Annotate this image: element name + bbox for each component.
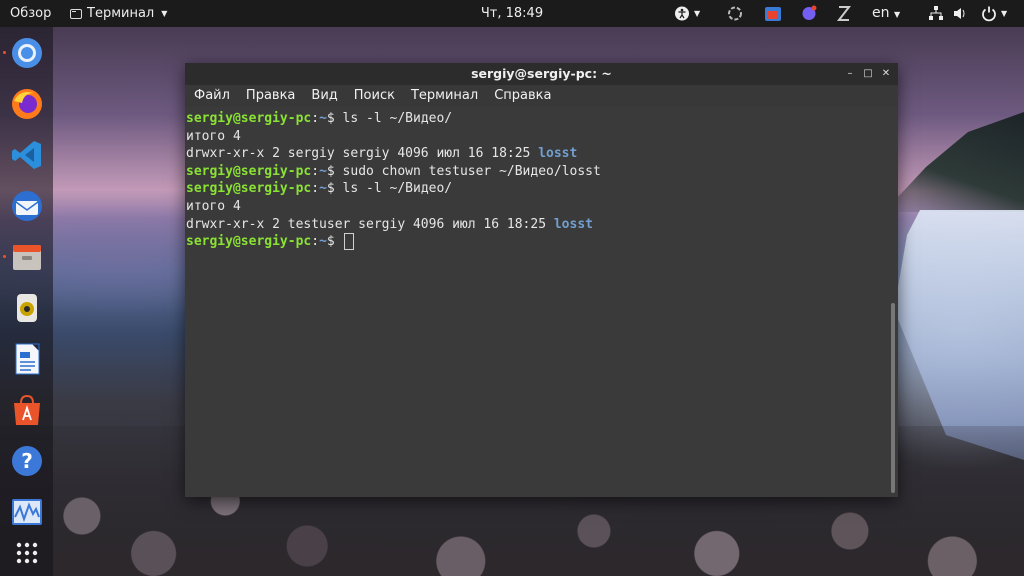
software-icon bbox=[14, 394, 40, 425]
terminal-line: drwxr-xr-x 2 sergiy sergiy 4096 июл 16 1… bbox=[186, 145, 898, 163]
svg-text:?: ? bbox=[21, 449, 33, 473]
firefox-icon bbox=[12, 89, 42, 119]
tray-calendar-icon[interactable] bbox=[763, 0, 783, 27]
chevron-down-icon: ▼ bbox=[694, 9, 701, 18]
output-text: итого 4 bbox=[186, 198, 241, 214]
tray-viber-icon[interactable] bbox=[800, 0, 818, 27]
dock-rhythmbox[interactable] bbox=[8, 289, 46, 327]
tray-z-icon[interactable] bbox=[836, 0, 852, 27]
prompt-user: sergiy@sergiy-pc bbox=[186, 111, 312, 126]
dock-firefox[interactable] bbox=[8, 85, 46, 123]
prompt-path: ~ bbox=[319, 234, 327, 250]
window-titlebar[interactable]: sergiy@sergiy-pc: ~ – □ ✕ bbox=[185, 63, 898, 85]
ls-entry-text: drwxr-xr-x 2 sergiy sergiy 4096 июл 16 1… bbox=[186, 146, 539, 162]
window-title: sergiy@sergiy-pc: ~ bbox=[471, 66, 612, 81]
command-text: sudo chown testuser ~/Видео/losst bbox=[342, 163, 601, 179]
dock-software[interactable] bbox=[8, 391, 46, 429]
dock-files[interactable] bbox=[3, 238, 46, 276]
language-label: en bbox=[872, 5, 890, 21]
dock-vscode[interactable] bbox=[8, 136, 46, 174]
output-text: итого 4 bbox=[186, 128, 241, 144]
files-icon bbox=[13, 245, 41, 270]
show-apps-icon bbox=[16, 542, 38, 564]
power-icon[interactable] bbox=[980, 0, 998, 27]
writer-icon bbox=[15, 343, 40, 375]
menu-terminal[interactable]: Терминал bbox=[410, 85, 479, 107]
terminal-line: sergiy@sergiy-pc:~$ ls -l ~/Видео/ bbox=[186, 180, 898, 198]
prompt-path: ~ bbox=[319, 163, 327, 179]
thunderbird-icon bbox=[12, 191, 42, 221]
prompt-symbol: $ bbox=[326, 234, 343, 250]
dock: ? bbox=[0, 27, 53, 576]
chromium-icon bbox=[12, 38, 42, 68]
dock-help[interactable]: ? bbox=[8, 442, 46, 480]
dock-chromium[interactable] bbox=[3, 34, 46, 72]
directory-name: losst bbox=[538, 146, 578, 162]
close-icon[interactable]: ✕ bbox=[878, 63, 894, 85]
terminal-line: итого 4 bbox=[186, 198, 898, 216]
chevron-down-icon: ▼ bbox=[161, 9, 168, 18]
terminal-line: итого 4 bbox=[186, 128, 898, 146]
ls-entry-text: drwxr-xr-x 2 testuser sergiy 4096 июл 16… bbox=[186, 216, 554, 232]
wallpaper-ice bbox=[894, 210, 1024, 460]
running-indicator bbox=[3, 51, 6, 54]
dock-thunderbird[interactable] bbox=[8, 187, 46, 225]
prompt-symbol: $ bbox=[326, 111, 343, 126]
menu-search[interactable]: Поиск bbox=[353, 85, 396, 107]
running-indicator bbox=[3, 255, 6, 258]
prompt-path: ~ bbox=[319, 181, 327, 197]
tray-spiral-icon[interactable] bbox=[726, 0, 744, 27]
prompt-path: ~ bbox=[319, 111, 327, 126]
prompt-user: sergiy@sergiy-pc bbox=[186, 234, 312, 250]
wallpaper-mountain bbox=[884, 112, 1024, 212]
help-icon: ? bbox=[12, 446, 42, 476]
system-monitor-icon bbox=[12, 499, 42, 525]
terminal-line: sergiy@sergiy-pc:~$ sudo chown testuser … bbox=[186, 163, 898, 181]
terminal-line: drwxr-xr-x 2 testuser sergiy 4096 июл 16… bbox=[186, 216, 898, 234]
activities-button[interactable]: Обзор bbox=[10, 0, 51, 27]
terminal-line: sergiy@sergiy-pc:~$ ls -l ~/Видео/ bbox=[186, 110, 898, 128]
menu-help[interactable]: Справка bbox=[493, 85, 552, 107]
text-cursor[interactable] bbox=[343, 233, 354, 251]
app-menu-button[interactable]: Терминал ▼ bbox=[70, 0, 167, 27]
prompt-symbol: $ bbox=[326, 163, 343, 179]
prompt-user: sergiy@sergiy-pc bbox=[186, 181, 312, 197]
maximize-icon[interactable]: □ bbox=[860, 63, 876, 85]
dock-system-monitor[interactable] bbox=[8, 493, 46, 531]
network-icon[interactable] bbox=[927, 0, 945, 27]
prompt-user: sergiy@sergiy-pc bbox=[186, 163, 312, 179]
minimize-icon[interactable]: – bbox=[842, 63, 858, 85]
volume-icon[interactable] bbox=[952, 0, 968, 27]
scrollbar[interactable] bbox=[891, 303, 895, 493]
prompt-separator: : bbox=[311, 163, 320, 179]
app-menu-label: Терминал bbox=[87, 6, 155, 21]
prompt-separator: : bbox=[311, 111, 320, 126]
dock-show-apps[interactable] bbox=[8, 534, 46, 572]
terminal-window[interactable]: sergiy@sergiy-pc: ~ – □ ✕ Файл Правка Ви… bbox=[185, 63, 898, 497]
terminal-output[interactable]: sergiy@sergiy-pc:~$ ls -l ~/Видео/итого … bbox=[185, 107, 898, 497]
clock-label[interactable]: Чт, 18:49 bbox=[481, 6, 543, 21]
prompt-separator: : bbox=[311, 234, 320, 250]
vscode-icon bbox=[12, 141, 41, 169]
menu-bar: Файл Правка Вид Поиск Терминал Справка bbox=[185, 85, 898, 107]
accessibility-icon[interactable] bbox=[673, 0, 691, 27]
menu-file[interactable]: Файл bbox=[193, 85, 231, 107]
chevron-down-icon: ▼ bbox=[1001, 9, 1008, 18]
top-bar: Обзор Терминал ▼ Чт, 18:49 ▼ en ▼ ▼ bbox=[0, 0, 1024, 27]
prompt-symbol: $ bbox=[326, 181, 343, 197]
dock-writer[interactable] bbox=[8, 340, 46, 378]
terminal-line: sergiy@sergiy-pc:~$ bbox=[186, 233, 898, 251]
command-text: ls -l ~/Видео/ bbox=[342, 111, 453, 126]
command-text: ls -l ~/Видео/ bbox=[342, 181, 453, 197]
menu-edit[interactable]: Правка bbox=[245, 85, 296, 107]
terminal-app-icon bbox=[70, 8, 82, 19]
prompt-separator: : bbox=[311, 181, 320, 197]
rhythmbox-icon bbox=[17, 294, 37, 322]
directory-name: losst bbox=[553, 216, 593, 232]
language-indicator[interactable]: en ▼ bbox=[872, 0, 900, 27]
menu-view[interactable]: Вид bbox=[310, 85, 338, 107]
